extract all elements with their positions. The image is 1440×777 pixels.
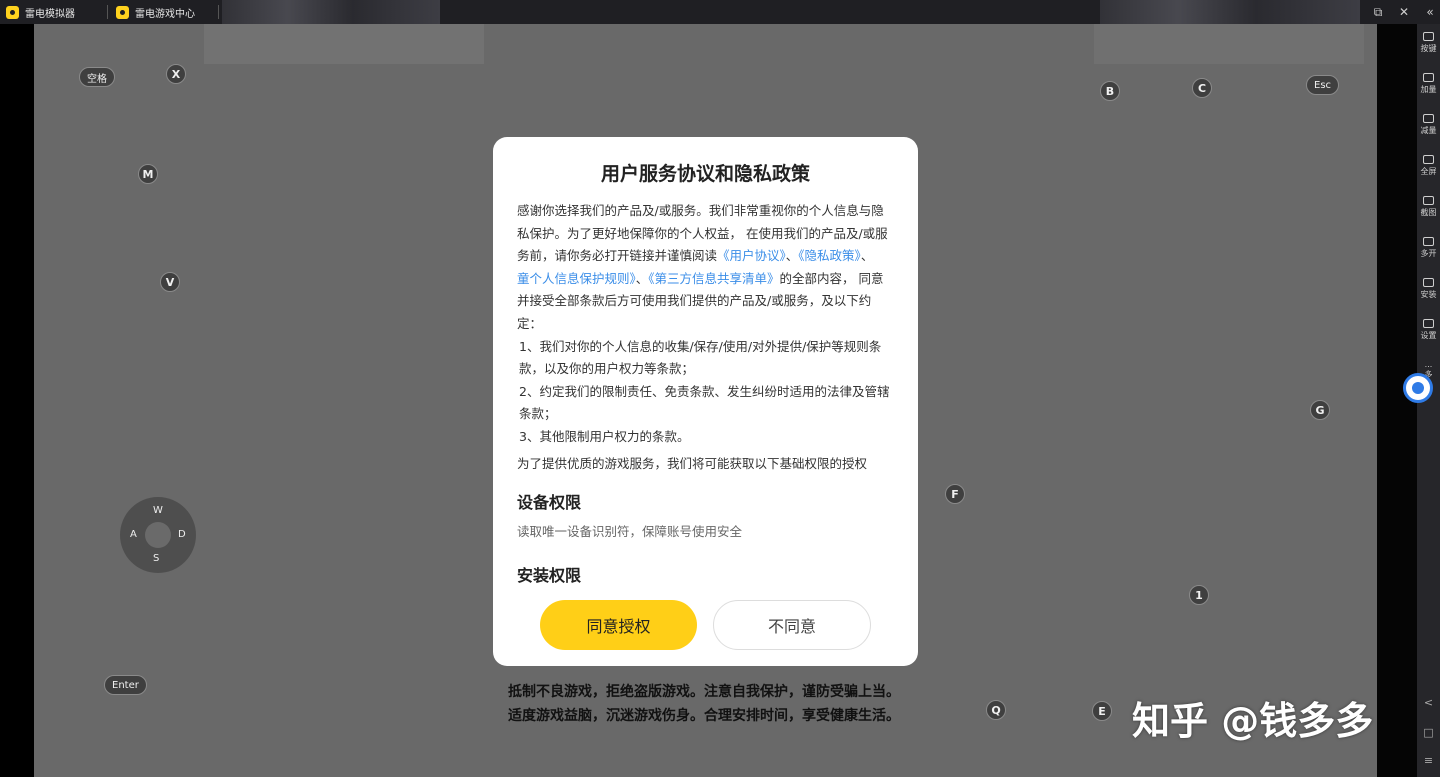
ldplayer-icon — [6, 5, 19, 19]
sidebar-label: 设置 — [1420, 331, 1437, 340]
tab-label: 雷电游戏中心 — [135, 8, 195, 20]
sidebar-item-keymap[interactable]: 按键 — [1417, 32, 1440, 54]
emulator-window: 雷电模拟器 雷电游戏中心 ⧉ ✕ « 空格 X M V B C Esc G F … — [0, 0, 1440, 777]
tab-game-center[interactable]: 雷电游戏中心 — [116, 0, 195, 24]
key-g[interactable]: G — [1310, 400, 1330, 420]
sidebar-item-multi-instance[interactable]: 多开 — [1417, 237, 1440, 259]
restore-icon[interactable]: ⧉ — [1368, 2, 1388, 22]
separator: 、 — [785, 248, 799, 264]
install-permission-title: 安装权限 — [517, 566, 582, 586]
joystick-w: W — [153, 505, 163, 516]
device-permission-desc: 读取唯一设备识别符，保障账号使用安全 — [517, 524, 743, 540]
blurred-region — [1094, 24, 1364, 64]
blurred-toolbar-region — [1100, 0, 1360, 24]
scissors-icon — [1423, 196, 1434, 205]
apk-icon — [1423, 278, 1434, 287]
user-agreement-link[interactable]: 《用户协议》 — [717, 248, 786, 263]
floating-assistant-ball[interactable] — [1403, 373, 1433, 403]
joystick-knob[interactable] — [145, 522, 171, 548]
sidebar-label: 减量 — [1420, 126, 1437, 135]
tab-divider — [218, 5, 219, 19]
key-v[interactable]: V — [160, 272, 180, 292]
sidebar-label: 按键 — [1420, 44, 1437, 53]
home-icon[interactable]: □ — [1417, 726, 1440, 739]
key-q[interactable]: Q — [986, 700, 1006, 720]
blurred-tab-region — [222, 0, 440, 24]
tab-divider — [107, 5, 108, 19]
sidebar-item-fullscreen[interactable]: 全屏 — [1417, 155, 1440, 177]
key-enter[interactable]: Enter — [104, 675, 147, 695]
game-center-icon — [116, 5, 129, 19]
privacy-agreement-dialog: 用户服务协议和隐私政策 感谢你选择我们的产品及/或服务。我们非常重视你的个人信息… — [493, 137, 918, 666]
key-space[interactable]: 空格 — [79, 67, 115, 87]
keyboard-icon — [1423, 32, 1434, 41]
sidebar-item-settings[interactable]: 设置 — [1417, 319, 1440, 341]
disagree-button[interactable]: 不同意 — [713, 600, 871, 650]
volume-up-icon — [1423, 73, 1434, 82]
key-b[interactable]: B — [1100, 81, 1120, 101]
separator: 、 — [635, 270, 649, 286]
child-privacy-link[interactable]: 童个人信息保护规则》 — [517, 271, 636, 286]
close-icon[interactable]: ✕ — [1394, 2, 1414, 22]
sidebar-label: 全屏 — [1420, 167, 1437, 176]
sidebar-label: 截图 — [1420, 208, 1437, 217]
collapse-sidebar-icon[interactable]: « — [1420, 2, 1440, 22]
wasd-joystick[interactable]: W A D S — [120, 497, 196, 573]
sidebar-item-install[interactable]: 安装 — [1417, 278, 1440, 300]
joystick-s: S — [153, 553, 160, 564]
key-c[interactable]: C — [1192, 78, 1212, 98]
joystick-d: D — [178, 529, 186, 540]
more-icon: ... — [1424, 360, 1433, 369]
agree-button[interactable]: 同意授权 — [540, 600, 697, 650]
key-f[interactable]: F — [945, 484, 965, 504]
health-game-notice: 抵制不良游戏，拒绝盗版游戏。注意自我保护，谨防受骗上当。 适度游戏益脑，沉迷游戏… — [508, 680, 928, 728]
permission-intro: 为了提供优质的游戏服务，我们将可能获取以下基础权限的授权 — [517, 455, 868, 471]
dialog-intro: 感谢你选择我们的产品及/或服务。我们非常重视你的个人信息与隐私保护。为了更好地保… — [517, 200, 894, 336]
dialog-actions: 同意授权 不同意 — [493, 600, 918, 650]
privacy-policy-link[interactable]: 《隐私政策》 — [798, 248, 861, 263]
blurred-region — [204, 24, 484, 64]
menu-icon[interactable]: ≡ — [1417, 754, 1440, 767]
volume-down-icon — [1423, 114, 1434, 123]
tab-emulator[interactable]: 雷电模拟器 — [6, 0, 75, 24]
zhihu-watermark: 知乎 @钱多多 — [1132, 699, 1374, 743]
device-permission-title: 设备权限 — [517, 493, 582, 513]
third-party-sharing-link[interactable]: 《第三方信息共享清单》 — [648, 271, 779, 286]
sidebar-item-volume-down[interactable]: 减量 — [1417, 114, 1440, 136]
sidebar-item-volume-up[interactable]: 加量 — [1417, 73, 1440, 95]
sidebar-label: 安装 — [1420, 290, 1437, 299]
joystick-a: A — [130, 529, 137, 540]
key-x[interactable]: X — [166, 64, 186, 84]
notice-line: 抵制不良游戏，拒绝盗版游戏。注意自我保护，谨防受骗上当。 — [508, 684, 900, 700]
back-icon[interactable]: < — [1417, 696, 1440, 709]
clause-item: 3、其他限制用户权力的条款。 — [519, 428, 690, 444]
sidebar-label: 多开 — [1420, 249, 1437, 258]
notice-line: 适度游戏益脑，沉迷游戏伤身。合理安排时间，享受健康生活。 — [508, 708, 900, 724]
separator: 、 — [860, 248, 874, 264]
tab-label: 雷电模拟器 — [25, 8, 75, 20]
key-esc[interactable]: Esc — [1306, 75, 1340, 95]
gear-icon — [1423, 319, 1434, 328]
clause-item: 2、约定我们的限制责任、免责条款、发生纠纷时适用的法律及管辖条款； — [519, 383, 890, 422]
sidebar-label: 加量 — [1420, 85, 1437, 94]
key-1[interactable]: 1 — [1189, 585, 1209, 605]
title-bar: 雷电模拟器 雷电游戏中心 ⧉ ✕ « — [0, 0, 1440, 24]
dialog-title: 用户服务协议和隐私政策 — [600, 163, 810, 185]
clause-item: 1、我们对你的个人信息的收集/保存/使用/对外提供/保护等规则条款，以及你的用户… — [519, 338, 882, 377]
key-e[interactable]: E — [1092, 701, 1112, 721]
fullscreen-icon — [1423, 155, 1434, 164]
sidebar-item-screenshot[interactable]: 截图 — [1417, 196, 1440, 218]
multi-window-icon — [1423, 237, 1434, 246]
key-m[interactable]: M — [138, 164, 158, 184]
